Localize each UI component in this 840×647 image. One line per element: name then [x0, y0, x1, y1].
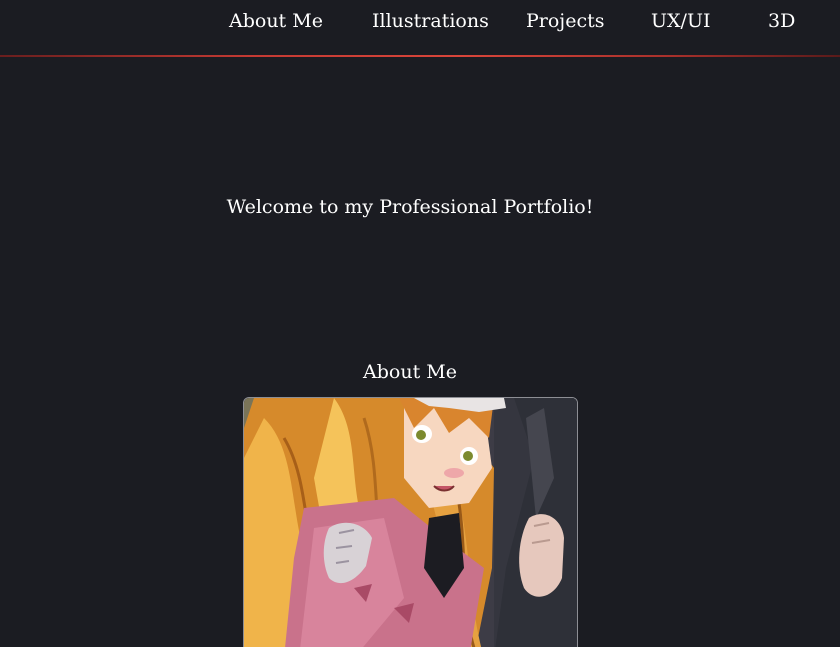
nav-link-3d[interactable]: 3D — [768, 6, 795, 36]
nav-link-projects[interactable]: Projects — [526, 6, 604, 36]
about-me-illustration — [243, 397, 578, 647]
portfolio-page: About Me Illustrations Projects UX/UI 3D… — [0, 0, 840, 647]
nav-link-ux-ui[interactable]: UX/UI — [651, 6, 710, 36]
nav-divider — [0, 55, 840, 57]
nav-link-about-me[interactable]: About Me — [229, 6, 323, 36]
top-navigation: About Me Illustrations Projects UX/UI 3D — [0, 0, 840, 57]
about-me-heading: About Me — [363, 361, 457, 383]
nav-link-illustrations[interactable]: Illustrations — [372, 6, 489, 36]
welcome-heading: Welcome to my Professional Portfolio! — [226, 196, 594, 218]
